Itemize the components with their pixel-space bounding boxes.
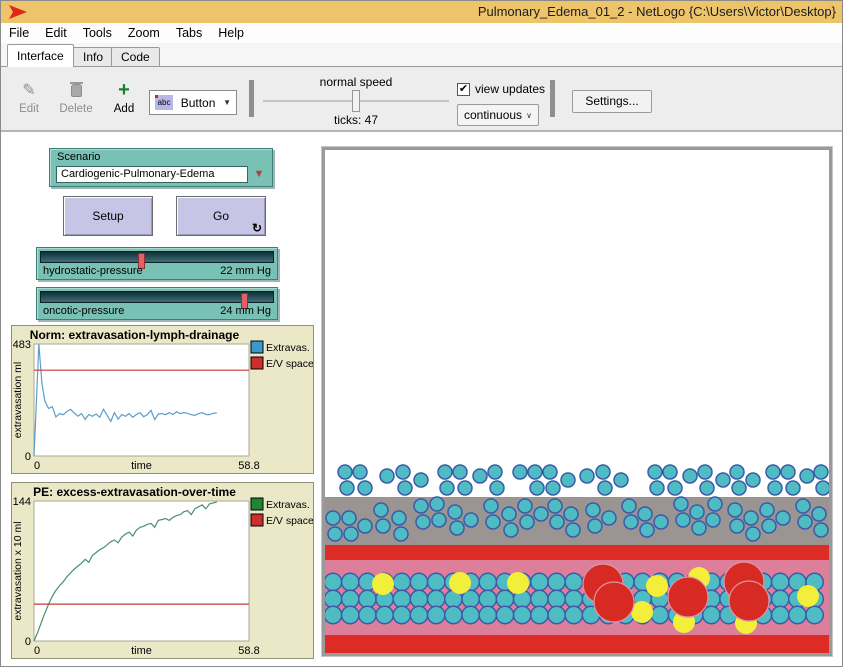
menu-item-file[interactable]: File [1, 23, 37, 43]
svg-text:0: 0 [25, 451, 31, 463]
pencil-icon: ✎ [22, 80, 35, 100]
toolbar-separator [249, 80, 254, 117]
go-button-label: Go [213, 209, 229, 223]
trash-icon [71, 84, 82, 97]
title-bar: Pulmonary_Edema_01_2 - NetLogo {C:\Users… [1, 1, 842, 23]
oncotic-pressure-slider[interactable]: oncotic-pressure 24 mm Hg [36, 287, 278, 320]
speed-slider-label: normal speed [263, 75, 449, 89]
button-widget-icon: abc [155, 95, 173, 110]
slider-label: hydrostatic-pressure [43, 265, 143, 277]
window-title: Pulmonary_Edema_01_2 - NetLogo {C:\Users… [478, 1, 836, 23]
slider-label: oncotic-pressure [43, 305, 124, 317]
svg-text:extravasation ml: extravasation ml [12, 362, 24, 438]
svg-text:E/V space: E/V space [266, 515, 313, 527]
delete-button-label: Delete [59, 103, 92, 115]
slider-track[interactable] [40, 291, 274, 303]
dropdown-triangle-icon[interactable]: ▼ [250, 166, 268, 183]
tab-bar: Interface Info Code [1, 43, 842, 67]
plot-excess-extravasation-over-time: PE: excess-extravasation-over-time 01440… [11, 482, 314, 659]
svg-text:time: time [131, 460, 152, 472]
toolbar: ✎ Edit Delete + Add abc Button ▼ normal … [1, 67, 842, 132]
slider-track[interactable] [40, 251, 274, 263]
add-button-label: Add [114, 103, 134, 115]
update-mode-value: continuous [464, 108, 526, 122]
world-view-canvas [325, 150, 829, 653]
chooser-label: Scenario [57, 151, 100, 163]
tab-info[interactable]: Info [73, 47, 113, 67]
menu-item-tabs[interactable]: Tabs [168, 23, 210, 43]
chooser-value[interactable]: Cardiogenic-Pulmonary-Edema [56, 166, 248, 183]
plot-area: 0483058.8timeextravasation mlExtravas.E/… [12, 326, 313, 473]
svg-text:0: 0 [34, 460, 40, 472]
edit-button-label: Edit [19, 103, 39, 115]
svg-text:time: time [131, 645, 152, 657]
tab-code[interactable]: Code [111, 47, 160, 67]
view-updates-label: view updates [475, 82, 545, 96]
svg-text:58.8: 58.8 [238, 645, 259, 657]
netlogo-logo-icon [9, 5, 27, 19]
forever-icon: ↻ [252, 222, 262, 234]
chevron-down-icon: ∨ [526, 111, 532, 120]
svg-text:extravasation x 10 ml: extravasation x 10 ml [12, 521, 24, 620]
widget-type-value: Button [173, 96, 223, 110]
speed-slider-thumb[interactable] [352, 90, 360, 112]
menu-item-tools[interactable]: Tools [75, 23, 120, 43]
slider-value: 24 mm Hg [220, 305, 271, 317]
menu-bar: File Edit Tools Zoom Tabs Help [1, 23, 842, 43]
go-button[interactable]: Go ↻ [176, 196, 266, 236]
settings-button[interactable]: Settings... [572, 90, 652, 113]
netlogo-window: Pulmonary_Edema_01_2 - NetLogo {C:\Users… [0, 0, 843, 667]
svg-text:0: 0 [25, 636, 31, 648]
plot-title: PE: excess-extravasation-over-time [12, 485, 257, 499]
hydrostatic-pressure-slider[interactable]: hydrostatic-pressure 22 mm Hg [36, 247, 278, 280]
widget-type-dropdown[interactable]: abc Button ▼ [149, 90, 237, 115]
edit-button[interactable]: ✎ Edit [9, 79, 49, 115]
add-button[interactable]: + Add [104, 79, 144, 115]
world-view[interactable] [321, 146, 833, 657]
scenario-chooser[interactable]: Scenario Cardiogenic-Pulmonary-Edema ▼ [49, 148, 273, 187]
view-updates-checkbox[interactable]: ✔ view updates [457, 82, 545, 96]
tab-interface[interactable]: Interface [7, 44, 74, 67]
plot-extravasation-lymph-drainage: Norm: extravasation-lymph-drainage 04830… [11, 325, 314, 474]
svg-text:0: 0 [34, 645, 40, 657]
plus-icon: + [118, 81, 130, 99]
chevron-down-icon: ▼ [223, 98, 231, 107]
update-mode-dropdown[interactable]: continuous ∨ [457, 104, 539, 126]
plot-title: Norm: extravasation-lymph-drainage [12, 328, 257, 342]
svg-text:Extravas.: Extravas. [266, 342, 310, 354]
setup-button[interactable]: Setup [63, 196, 153, 236]
menu-item-help[interactable]: Help [210, 23, 252, 43]
svg-text:Extravas.: Extravas. [266, 499, 310, 511]
menu-item-edit[interactable]: Edit [37, 23, 75, 43]
checkbox-check-icon[interactable]: ✔ [457, 83, 470, 96]
interface-canvas: Scenario Cardiogenic-Pulmonary-Edema ▼ S… [1, 132, 843, 667]
slider-value: 22 mm Hg [220, 265, 271, 277]
ticks-counter: ticks: 47 [263, 113, 449, 127]
svg-text:E/V space: E/V space [266, 358, 313, 370]
delete-button[interactable]: Delete [56, 79, 96, 115]
svg-text:58.8: 58.8 [238, 460, 259, 472]
toolbar-separator [550, 80, 555, 117]
plot-area: 0144058.8timeextravasation x 10 mlExtrav… [12, 483, 313, 658]
menu-item-zoom[interactable]: Zoom [120, 23, 168, 43]
